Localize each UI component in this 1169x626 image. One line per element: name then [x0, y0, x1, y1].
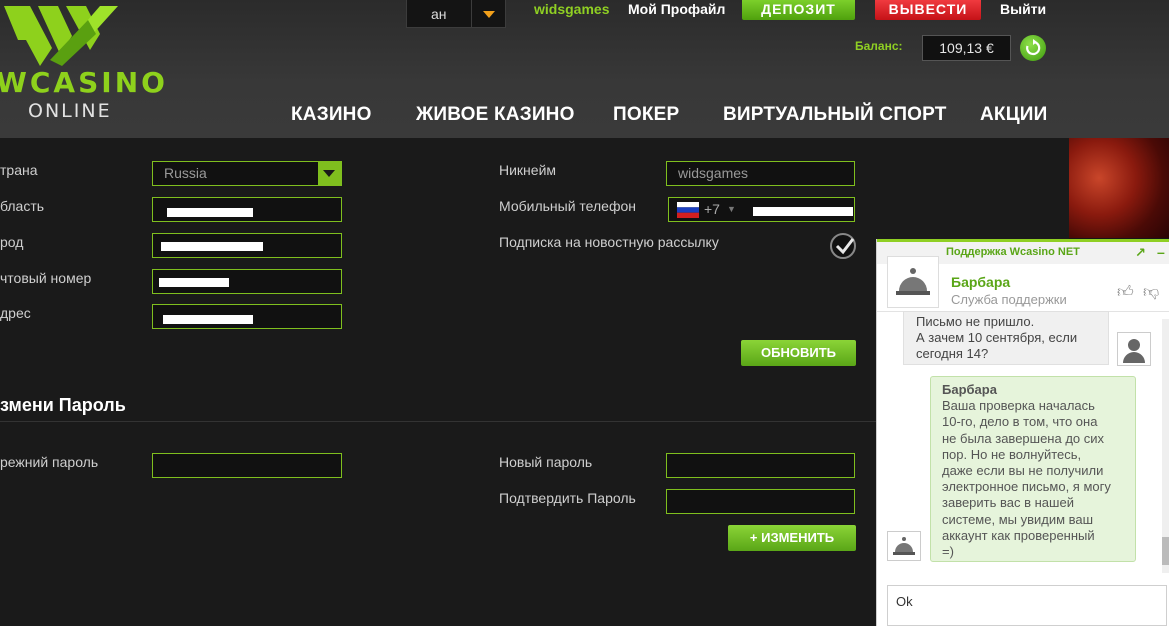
redaction-mark	[161, 242, 263, 251]
support-chat: Поддержка Wcasino NET ↗ – Барбара Служба…	[876, 239, 1169, 626]
logo-w-icon	[4, 6, 118, 66]
bell-icon	[896, 268, 930, 295]
chat-scrollbar[interactable]	[1162, 319, 1169, 573]
thumbs-up-icon[interactable]: 👍︎	[1117, 283, 1134, 302]
nav-promotions[interactable]: АКЦИИ	[980, 104, 1048, 126]
nickname-field[interactable]: widsgames	[666, 161, 855, 186]
chat-title: Поддержка Wcasino NET	[946, 246, 1080, 258]
message-line: аккаунт как проверенный	[942, 527, 1095, 543]
change-password-title: змени Пароль	[0, 395, 126, 415]
chevron-down-icon[interactable]: ▼	[727, 198, 736, 221]
expand-icon[interactable]: ↗	[1135, 245, 1146, 261]
user-icon	[1123, 339, 1145, 363]
city-field[interactable]	[152, 233, 342, 258]
message-line: Ваша проверка началась	[942, 398, 1095, 414]
message-line: не была завершена до сих	[942, 430, 1105, 446]
country-label: трана	[0, 162, 38, 178]
message-author: Барбара	[942, 382, 997, 397]
agent-avatar	[887, 256, 939, 308]
newsletter-label: Подписка на новостную рассылку	[499, 234, 719, 250]
phone-code: +7	[704, 201, 720, 217]
address-field[interactable]	[152, 304, 342, 329]
message-line: системе, мы увидим ваш	[942, 511, 1094, 527]
nav-casino[interactable]: КАЗИНО	[291, 104, 372, 126]
nav-virtual-sport[interactable]: ВИРТУАЛЬНЫЙ СПОРТ	[723, 104, 947, 126]
message-line: сегодня 14?	[916, 346, 989, 361]
chat-message-input[interactable]: Ok	[887, 585, 1167, 626]
user-avatar	[1117, 332, 1151, 366]
withdraw-button[interactable]: ВЫВЕСТИ	[875, 0, 981, 20]
agent-name: Барбара	[951, 274, 1011, 290]
logo[interactable]: WCASINO ONLINE	[0, 0, 165, 130]
thumbs-down-icon[interactable]: 👎︎	[1143, 283, 1159, 302]
message-line: даже если вы не получили	[942, 463, 1104, 479]
message-line: заверить вас в нашей	[942, 495, 1074, 511]
city-label: род	[0, 234, 24, 250]
new-password-field[interactable]	[666, 453, 855, 478]
side-banner-image	[1069, 138, 1169, 238]
confirm-password-field[interactable]	[666, 489, 855, 514]
logo-text: WCASINO	[0, 66, 168, 99]
old-password-label: режний пароль	[0, 454, 99, 470]
chat-scroll-thumb[interactable]	[1162, 537, 1169, 565]
redaction-mark	[163, 315, 253, 324]
agent-message: Барбара Ваша проверка началась 10-го, де…	[930, 376, 1136, 562]
username-link[interactable]: widsgames	[534, 1, 609, 17]
redaction-mark	[167, 208, 253, 217]
user-message: Письмо не пришло. А зачем 10 сентября, е…	[903, 311, 1109, 365]
confirm-password-label: Подтвердить Пароль	[499, 490, 636, 506]
my-profile-link[interactable]: Мой Профайл	[628, 1, 725, 17]
deposit-button[interactable]: ДЕПОЗИТ	[742, 0, 855, 20]
message-line: 10-го, дело в том, что она	[942, 414, 1098, 430]
nickname-value: widsgames	[678, 165, 749, 181]
region-field[interactable]	[152, 197, 342, 222]
country-select[interactable]: Russia	[152, 161, 342, 186]
redaction-mark	[159, 278, 229, 287]
logout-link[interactable]: Выйти	[1000, 1, 1046, 17]
language-value: ан	[431, 6, 447, 22]
nav-poker[interactable]: ПОКЕР	[613, 104, 679, 126]
postal-field[interactable]	[152, 269, 342, 294]
redaction-mark	[753, 207, 853, 216]
message-line: пор. Но не волнуйтесь,	[942, 446, 1082, 462]
new-password-label: Новый пароль	[499, 454, 593, 470]
old-password-field[interactable]	[152, 453, 342, 478]
message-line: электронное письмо, я могу	[942, 479, 1111, 495]
nav-live-casino[interactable]: ЖИВОЕ КАЗИНО	[416, 104, 575, 126]
postal-label: чтовый номер	[0, 270, 92, 286]
minimize-icon[interactable]: –	[1157, 244, 1165, 260]
chevron-down-icon[interactable]	[471, 0, 505, 27]
russia-flag-icon	[677, 202, 699, 218]
balance-label: Баланс:	[855, 39, 903, 53]
message-line: =)	[942, 544, 954, 560]
newsletter-checkbox[interactable]	[830, 233, 856, 259]
phone-label: Мобильный телефон	[499, 198, 636, 214]
bell-icon	[893, 537, 915, 555]
refresh-icon[interactable]	[1020, 35, 1046, 61]
message-line: А зачем 10 сентября, если	[916, 330, 1078, 345]
header: WCASINO ONLINE ан widsgames Мой Профайл …	[0, 0, 1169, 138]
change-password-button[interactable]: + ИЗМЕНИТЬ	[728, 525, 856, 551]
balance-value: 109,13 €	[922, 35, 1011, 61]
message-line: Письмо не пришло.	[916, 314, 1035, 329]
language-select[interactable]: ан	[406, 0, 506, 28]
agent-role: Служба поддержки	[951, 292, 1067, 307]
chevron-down-icon[interactable]	[318, 162, 341, 185]
address-label: дрес	[0, 305, 31, 321]
country-value: Russia	[164, 165, 207, 181]
update-button[interactable]: ОБНОВИТЬ	[741, 340, 856, 366]
nickname-label: Никнейм	[499, 162, 557, 178]
logo-subtitle: ONLINE	[28, 100, 112, 122]
checkmark-icon	[835, 238, 855, 255]
agent-small-avatar	[887, 531, 921, 561]
region-label: бласть	[0, 198, 45, 214]
